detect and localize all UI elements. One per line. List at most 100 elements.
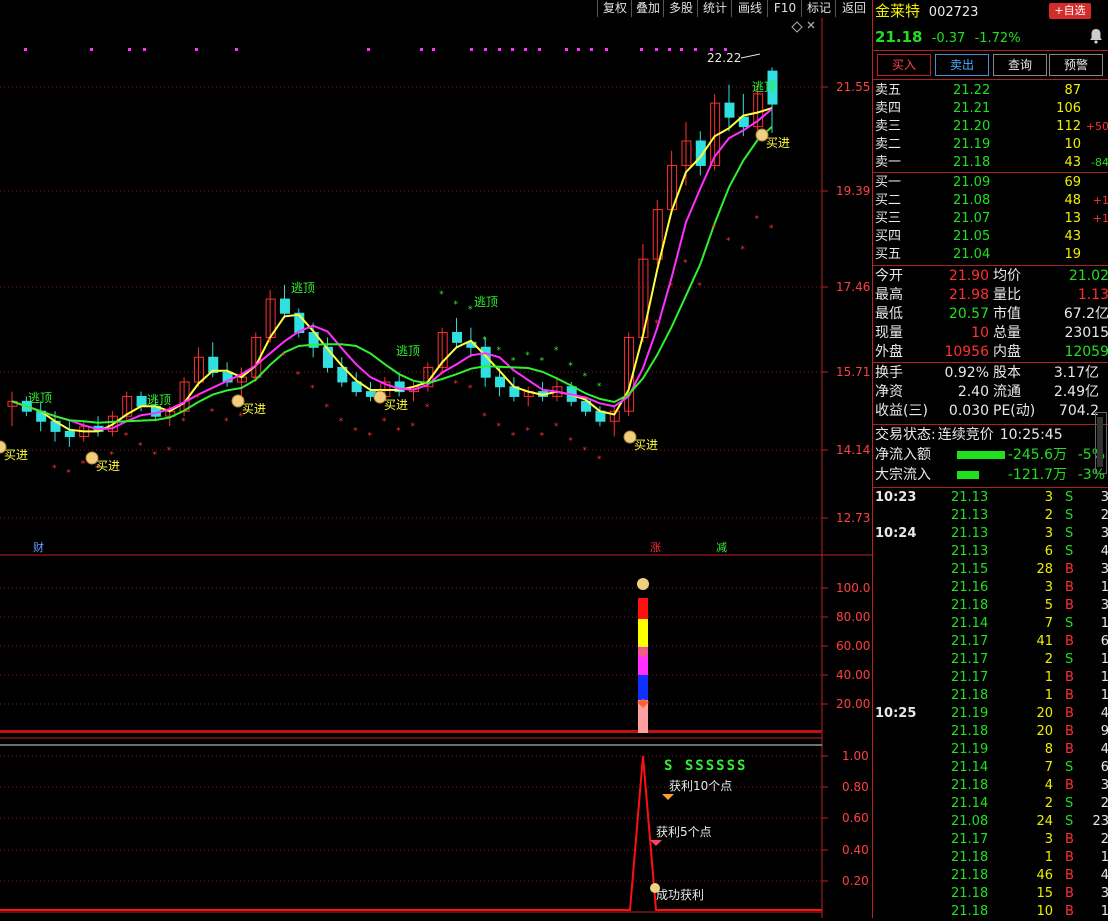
trail-dot: * — [697, 281, 702, 291]
tick-volume: 3 — [1044, 526, 1053, 541]
tick-side: B — [1065, 778, 1074, 793]
tick-row: 21.18 20 B 9 — [875, 723, 1108, 741]
stat-label: PE(动) — [993, 403, 1036, 419]
ask-change: -84 — [1091, 156, 1108, 169]
tick-count: 3 — [1100, 778, 1108, 793]
signal-dot — [24, 48, 27, 51]
toolbar-5[interactable]: 画线 — [731, 0, 768, 17]
stat-value: 704.2 — [1058, 403, 1099, 419]
tick-price: 21.18 — [951, 778, 989, 793]
stat-value: 10 — [971, 325, 989, 341]
stat-value: 21.02 — [1068, 268, 1108, 284]
trail-dot: * — [511, 431, 516, 441]
tick-price: 21.17 — [951, 634, 989, 649]
toolbar-3[interactable]: 多股 — [663, 0, 698, 17]
tick-price: 21.08 — [951, 814, 989, 829]
bid-price: 21.05 — [953, 229, 991, 244]
signal-dot — [668, 48, 671, 51]
trail-dot: * — [411, 422, 416, 432]
stat-value: 21.98 — [948, 287, 989, 303]
signal-dot — [195, 48, 198, 51]
trail-dot: * — [81, 459, 86, 469]
tick-count: 4 — [1100, 868, 1108, 883]
tick-price: 21.18 — [951, 688, 989, 703]
trail-dot: * — [267, 337, 272, 347]
tick-volume: 2 — [1044, 508, 1053, 523]
toolbar-4[interactable]: 统计 — [697, 0, 732, 17]
trail-dot: * — [454, 300, 459, 310]
tick-count: 3 — [1100, 490, 1108, 505]
trail-dot: * — [124, 431, 129, 441]
sell-button[interactable]: 卖出 — [935, 54, 989, 76]
tick-volume: 8 — [1044, 742, 1053, 757]
signal-dot — [432, 48, 435, 51]
toolbar-2[interactable]: 叠加 — [631, 0, 664, 17]
tick-volume: 24 — [1036, 814, 1053, 829]
stat-label: 市值 — [993, 306, 1021, 322]
tick-side: B — [1065, 706, 1074, 721]
ask-volume: 43 — [1064, 155, 1081, 170]
trade-status-value: 连续竞价 — [937, 427, 994, 443]
ask-row: 卖一 21.18 43 -84 — [875, 154, 1108, 172]
query-button[interactable]: 查询 — [993, 54, 1047, 76]
stat-value: 0.030 — [948, 403, 989, 419]
signal-dot — [524, 48, 527, 51]
tick-price: 21.18 — [951, 850, 989, 865]
buy-signal-label: 买进 — [96, 459, 120, 473]
flow-row: 净流入额 -245.6万 -5% — [875, 446, 1107, 464]
tick-count: 3 — [1100, 886, 1108, 901]
tick-side: B — [1065, 562, 1074, 577]
tick-row: 21.18 1 B 1 — [875, 687, 1108, 705]
price-tick-label: 14.14 — [836, 443, 870, 457]
bid-volume: 19 — [1064, 247, 1081, 262]
stat-label: 量比 — [993, 287, 1021, 303]
trail-dot: * — [583, 446, 588, 456]
ask-label: 卖二 — [875, 137, 902, 152]
toolbar-1[interactable]: 复权 — [597, 0, 632, 17]
signal-dot — [538, 48, 541, 51]
tick-row: 10:23 21.13 3 S 3 — [875, 489, 1108, 507]
trail-dot: * — [339, 417, 344, 427]
flow-label: 净流入额 — [875, 447, 931, 463]
stock-title: 金莱特 002723 — [875, 2, 978, 20]
price-tick-label: 19.39 — [836, 184, 870, 198]
tick-volume: 20 — [1036, 706, 1053, 721]
tick-price: 21.13 — [951, 508, 989, 523]
toolbar-6[interactable]: F10 — [767, 0, 802, 17]
stats-row: 净资 2.40 流通 2.49亿 — [875, 383, 1107, 401]
ind1-bar-segment — [638, 619, 648, 647]
bell-icon[interactable] — [1088, 28, 1104, 44]
price-pct: -1.72% — [974, 31, 1021, 46]
tick-volume: 10 — [1036, 904, 1053, 919]
ask-price: 21.22 — [953, 83, 991, 98]
ask-volume: 106 — [1056, 101, 1081, 116]
signal-dot — [470, 48, 473, 51]
add-watchlist-button[interactable]: +自选 — [1049, 3, 1091, 19]
tick-price: 21.13 — [951, 490, 989, 505]
top-signal-label: 逃顶 — [474, 295, 498, 309]
tick-count: 4 — [1100, 706, 1108, 721]
toolbar-8[interactable]: 返回 — [835, 0, 872, 17]
ask-label: 卖一 — [875, 155, 902, 170]
bid-row: 买五 21.04 19 — [875, 246, 1107, 264]
buy-button[interactable]: 买入 — [877, 54, 931, 76]
signal-dot — [484, 48, 487, 51]
tick-row: 21.18 5 B 3 — [875, 597, 1108, 615]
tick-price: 21.18 — [951, 724, 989, 739]
trail-dot: * — [654, 319, 659, 329]
stat-label: 流通 — [993, 384, 1021, 400]
alert-button[interactable]: 预警 — [1049, 54, 1103, 76]
toolbar-7[interactable]: 标记 — [801, 0, 836, 17]
tick-count: 3 — [1100, 526, 1108, 541]
stat-label: 外盘 — [875, 344, 903, 360]
tick-volume: 1 — [1044, 688, 1053, 703]
bid-label: 买一 — [875, 175, 902, 190]
kline-chart[interactable]: 21.55 19.39 17.46 15.71 14.14 12.73 * * * * * * * * * *… — [0, 0, 872, 918]
ma-line-3 — [11, 125, 773, 424]
trail-dot: * — [195, 393, 200, 403]
stat-label: 最高 — [875, 287, 903, 303]
scrollbar[interactable] — [1095, 412, 1107, 474]
tick-volume: 1 — [1044, 670, 1053, 685]
gem-icon — [662, 794, 674, 800]
signal-dot — [90, 48, 93, 51]
